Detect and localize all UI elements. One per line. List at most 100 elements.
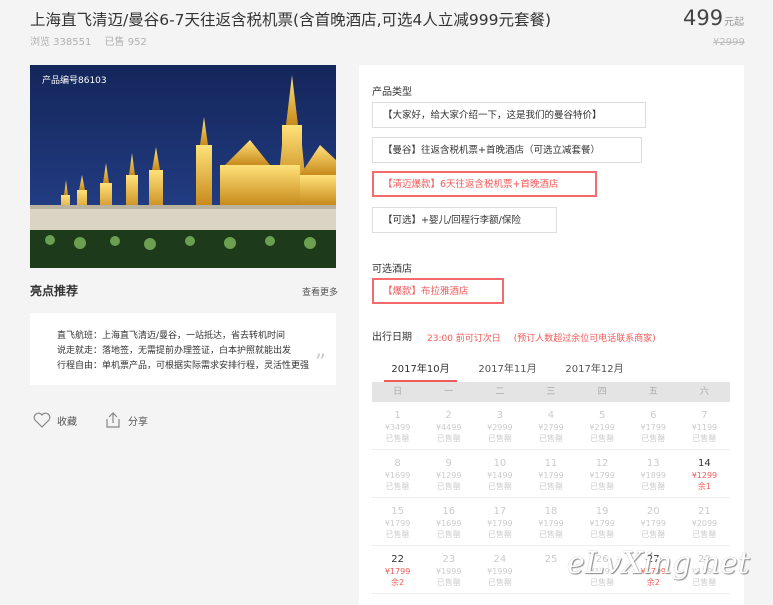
calendar-day: 21 ¥2099 已售罄 — [679, 498, 730, 545]
calendar-day: 13 ¥1899 已售罄 — [628, 450, 679, 497]
calendar-day: 1 ¥3499 已售罄 — [372, 402, 423, 449]
hotel-label: 可选酒店 — [372, 264, 412, 275]
day-number: 8 — [394, 458, 401, 469]
day-number: 12 — [595, 458, 609, 469]
day-status: 已售罄 — [436, 434, 461, 443]
calendar-day: 23 ¥1999 已售罄 — [423, 546, 474, 593]
product-stats: 浏览 338551 已售 952 — [30, 33, 157, 48]
day-status: 已售罄 — [641, 482, 666, 491]
heart-icon — [33, 412, 51, 428]
highlights-more-link[interactable]: 查看更多 — [302, 285, 338, 298]
booking-hint: (预订人数超过余位可电话联系商家) — [513, 334, 656, 344]
tab-month[interactable]: 2017年12月 — [558, 360, 631, 382]
calendar-day: 24 ¥1999 已售罄 — [474, 546, 525, 593]
day-price: ¥1799 — [384, 567, 411, 576]
favorite-button[interactable]: 收藏 — [33, 408, 77, 432]
weekday: 四 — [597, 387, 607, 397]
booking-panel: 产品类型 【大家好，给大家介绍一下，这是我们的曼谷特价】 【曼谷】往返含税机票+… — [359, 65, 744, 605]
day-price: ¥1999 — [487, 567, 513, 576]
calendar-day: 18 ¥1799 已售罄 — [525, 498, 576, 545]
product-type-option[interactable]: 【可选】+婴儿/回程行李额/保险 — [372, 207, 557, 233]
sold-count: 已售 952 — [104, 37, 147, 48]
day-number: 20 — [646, 506, 660, 517]
calendar-weekday-header: 日 一 二 三 四 五 六 — [372, 382, 730, 402]
calendar-day: 16 ¥1699 已售罄 — [423, 498, 474, 545]
day-price: ¥1799 — [640, 519, 666, 528]
day-price: ¥1199 — [691, 423, 718, 432]
calendar-day: 10 ¥1499 已售罄 — [474, 450, 525, 497]
product-type-option[interactable]: 【曼谷】往返含税机票+首晚酒店（可选立减套餐） — [372, 137, 642, 163]
original-price: ¥2999 — [713, 37, 745, 48]
day-number: 15 — [391, 506, 404, 517]
product-type-option-selected[interactable]: 【清迈爆款】6天往返含税机票+首晚酒店 — [372, 171, 597, 197]
day-status: 已售罄 — [436, 482, 461, 491]
day-number: 17 — [493, 506, 507, 517]
day-status: 余1 — [697, 482, 711, 491]
day-number: 14 — [698, 458, 711, 469]
day-number: 9 — [445, 458, 452, 469]
favorite-label: 收藏 — [57, 416, 77, 428]
day-number: 10 — [493, 458, 507, 469]
calendar-day-available[interactable]: 14 ¥1299 余1 — [679, 450, 730, 497]
product-title: 上海直飞清迈/曼谷6-7天往返含税机票(含首晚酒店,可选4人立减999元套餐) — [30, 11, 552, 29]
day-number: 23 — [442, 554, 456, 565]
weekday: 一 — [444, 387, 454, 397]
day-status: 已售罄 — [641, 530, 666, 539]
day-price: ¥1299 — [691, 471, 718, 480]
day-status: 已售罄 — [436, 578, 461, 587]
weekday: 三 — [546, 387, 556, 397]
day-status: 已售罄 — [385, 434, 410, 443]
watermark: eLvXing.net — [567, 546, 750, 581]
day-price: ¥2199 — [589, 423, 615, 432]
calendar-day: 20 ¥1799 已售罄 — [628, 498, 679, 545]
calendar-day: 15 ¥1799 已售罄 — [372, 498, 423, 545]
day-price: ¥1799 — [640, 423, 666, 432]
day-status: 已售罄 — [692, 434, 717, 443]
day-number: 5 — [598, 410, 606, 421]
day-price: ¥1899 — [640, 471, 666, 480]
product-type-label: 产品类型 — [372, 87, 412, 98]
share-button[interactable]: 分享 — [104, 408, 148, 432]
tab-month[interactable]: 2017年11月 — [471, 360, 544, 382]
tab-month[interactable]: 2017年10月 — [384, 360, 457, 382]
temple-image — [30, 65, 336, 268]
day-price: ¥1799 — [384, 519, 411, 528]
day-price: ¥1799 — [589, 519, 615, 528]
day-number: 13 — [646, 458, 660, 469]
day-price: ¥2099 — [691, 519, 718, 528]
day-status: 已售罄 — [538, 434, 563, 443]
calendar-day: 7 ¥1199 已售罄 — [679, 402, 730, 449]
day-status: 已售罄 — [590, 434, 615, 443]
calendar-day-available[interactable]: 22 ¥1799 余2 — [372, 546, 423, 593]
day-status: 已售罄 — [385, 482, 410, 491]
weekday: 六 — [699, 387, 709, 397]
day-price: ¥3499 — [384, 423, 411, 432]
day-number: 3 — [496, 410, 504, 421]
price-unit: 元起 — [724, 17, 745, 28]
date-note: 23:00 前可订次日 (预订人数超过余位可电话联系商家) — [427, 331, 666, 344]
product-photo[interactable]: 产品编号86103 — [30, 65, 336, 268]
day-status: 余2 — [391, 578, 405, 587]
share-label: 分享 — [128, 416, 148, 428]
product-number: 产品编号86103 — [42, 76, 107, 86]
day-price: ¥1299 — [435, 471, 462, 480]
day-price: ¥2999 — [487, 423, 513, 432]
day-status: 已售罄 — [436, 530, 461, 539]
quote-icon: ” — [314, 351, 326, 376]
highlight-line: 行程自由：单机票产品，可根据实际需求安排行程，灵活性更强 — [57, 361, 310, 371]
day-number: 1 — [394, 410, 401, 421]
day-number: 11 — [544, 458, 558, 469]
product-type-option[interactable]: 【大家好，给大家介绍一下，这是我们的曼谷特价】 — [372, 102, 646, 128]
weekday: 五 — [648, 387, 658, 397]
price-value: 499 — [683, 6, 724, 30]
highlight-line: 说走就走：落地签，无需提前办理签证，白本护照就能出发 — [57, 346, 292, 356]
day-number: 21 — [698, 506, 711, 517]
calendar-day: 5 ¥2199 已售罄 — [577, 402, 628, 449]
calendar-day: 12 ¥1799 已售罄 — [577, 450, 628, 497]
day-number: 18 — [544, 506, 558, 517]
hotel-option-selected[interactable]: 【爆款】布拉雅酒店 — [372, 278, 504, 304]
day-number: 22 — [391, 554, 404, 565]
highlight-line: 直飞航班：上海直飞清迈/曼谷，一站抵达，省去转机时间 — [57, 331, 286, 341]
day-price: ¥2799 — [538, 423, 564, 432]
booking-cutoff: 23:00 前可订次日 — [427, 334, 501, 344]
